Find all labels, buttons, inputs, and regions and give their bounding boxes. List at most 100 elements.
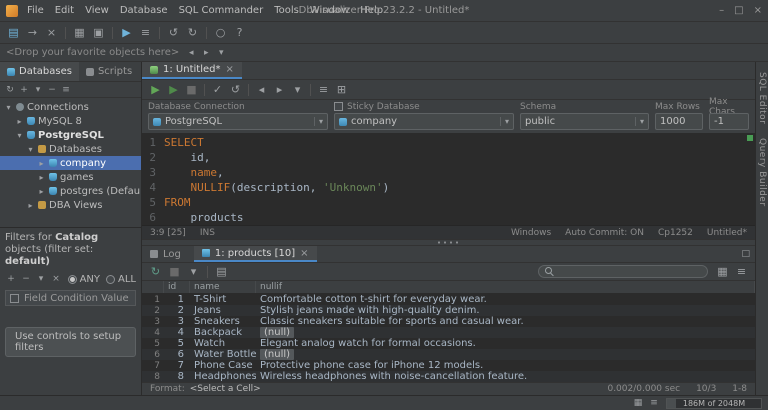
column-header[interactable]: id bbox=[164, 281, 190, 293]
sql-history-icon[interactable]: ▾ bbox=[289, 82, 306, 98]
nullif-cell[interactable]: Stylish jeans made with high-quality den… bbox=[256, 305, 755, 316]
filter-tree-icon[interactable]: ▾ bbox=[32, 84, 44, 96]
next-sql-icon[interactable]: ▸ bbox=[271, 82, 288, 98]
menu-item[interactable]: SQL Commander bbox=[177, 4, 266, 17]
memory-indicator[interactable]: 186M of 2048M bbox=[666, 398, 762, 409]
menu-item[interactable]: View bbox=[83, 4, 111, 17]
expand-arrow-icon[interactable]: ▾ bbox=[15, 131, 24, 140]
stop-execution-icon[interactable]: ■ bbox=[183, 82, 200, 98]
vertical-tab[interactable]: SQL Editor bbox=[757, 72, 767, 124]
menu-item[interactable]: Tools bbox=[272, 4, 301, 17]
clear-filter-icon[interactable]: × bbox=[50, 273, 62, 285]
execute-icon[interactable]: ▶ bbox=[147, 82, 164, 98]
next-favorite-icon[interactable]: ▸ bbox=[200, 47, 212, 59]
format-sql-icon[interactable]: ≡ bbox=[315, 82, 332, 98]
radio-all[interactable]: ALL bbox=[106, 274, 136, 285]
table-row[interactable]: 1 1 T-Shirt Comfortable cotton t-shirt f… bbox=[142, 294, 755, 305]
prev-favorite-icon[interactable]: ◂ bbox=[185, 47, 197, 59]
radio-any[interactable]: ANY bbox=[68, 274, 100, 285]
refresh-tree-icon[interactable]: ↻ bbox=[4, 84, 16, 96]
id-cell[interactable]: 8 bbox=[164, 371, 190, 382]
grid-search-input[interactable] bbox=[558, 267, 701, 277]
status-grid-icon[interactable]: ▦ bbox=[632, 397, 644, 409]
tree-item[interactable]: ▸ DBA Views bbox=[0, 198, 141, 212]
nullif-cell[interactable]: Wireless headphones with noise-cancellat… bbox=[256, 371, 755, 382]
table-row[interactable]: 3 3 Sneakers Classic sneakers suitable f… bbox=[142, 316, 755, 327]
maximize-panel-icon[interactable]: □ bbox=[741, 246, 755, 262]
schema-dropdown[interactable]: public ▾ bbox=[520, 113, 649, 130]
connect-icon[interactable]: → bbox=[24, 25, 41, 41]
add-filter-icon[interactable]: + bbox=[5, 273, 17, 285]
column-header[interactable]: nullif bbox=[256, 281, 755, 293]
filter-field-checkbox[interactable] bbox=[10, 294, 19, 303]
redo-icon[interactable]: ↻ bbox=[184, 25, 201, 41]
expand-arrow-icon[interactable]: ▸ bbox=[37, 173, 46, 182]
id-cell[interactable]: 6 bbox=[164, 349, 190, 360]
menu-item[interactable]: Database bbox=[118, 4, 170, 17]
name-cell[interactable]: T-Shirt bbox=[190, 294, 256, 305]
undo-icon[interactable]: ↺ bbox=[165, 25, 182, 41]
maximize-icon[interactable]: □ bbox=[734, 5, 743, 16]
results-tab[interactable]: Log bbox=[142, 246, 194, 262]
expand-arrow-icon[interactable]: ▾ bbox=[4, 103, 13, 112]
apply-filter-icon[interactable]: ▾ bbox=[35, 273, 47, 285]
add-connection-icon[interactable]: + bbox=[18, 84, 30, 96]
format-selector[interactable]: <Select a Cell> bbox=[190, 384, 261, 394]
grid-view-icon[interactable]: ▦ bbox=[714, 264, 731, 280]
left-tab[interactable]: Databases bbox=[0, 62, 79, 81]
name-cell[interactable]: Jeans bbox=[190, 305, 256, 316]
tab-untitled[interactable]: 1: Untitled* × bbox=[142, 62, 242, 79]
close-tab-icon[interactable]: × bbox=[300, 248, 308, 259]
nullif-cell[interactable]: Elegant analog watch for formal occasion… bbox=[256, 338, 755, 349]
grid-filter-icon[interactable]: ▾ bbox=[185, 264, 202, 280]
max-rows-input[interactable]: 1000 bbox=[655, 113, 703, 130]
editor-options-icon[interactable]: ⊞ bbox=[333, 82, 350, 98]
id-cell[interactable]: 1 bbox=[164, 294, 190, 305]
panel-splitter[interactable] bbox=[142, 239, 755, 246]
grid-search-box[interactable] bbox=[538, 265, 708, 278]
table-row[interactable]: 7 7 Phone Case Protective phone case for… bbox=[142, 360, 755, 371]
expand-arrow-icon[interactable]: ▸ bbox=[15, 117, 24, 126]
table-row[interactable]: 6 6 Water Bottle (null) bbox=[142, 349, 755, 360]
expand-arrow-icon[interactable]: ▸ bbox=[37, 187, 46, 196]
tree-item[interactable]: ▸ games bbox=[0, 170, 141, 184]
reload-grid-icon[interactable]: ↻ bbox=[147, 264, 164, 280]
nullif-cell[interactable]: Classic sneakers suitable for sports and… bbox=[256, 316, 755, 327]
status-tasks-icon[interactable]: ≡ bbox=[648, 397, 660, 409]
nullif-cell[interactable]: Protective phone case for iPhone 12 mode… bbox=[256, 360, 755, 371]
id-cell[interactable]: 4 bbox=[164, 327, 190, 338]
sql-editor[interactable]: 123456 SELECT id, name, NULLIF(descripti… bbox=[142, 133, 755, 225]
left-tab[interactable]: Scripts bbox=[79, 62, 139, 81]
tree-settings-icon[interactable]: ≡ bbox=[60, 84, 72, 96]
id-cell[interactable]: 3 bbox=[164, 316, 190, 327]
database-dropdown[interactable]: company ▾ bbox=[334, 113, 514, 130]
nullif-cell[interactable]: Comfortable cotton t-shirt for everyday … bbox=[256, 294, 755, 305]
previous-sql-icon[interactable]: ◂ bbox=[253, 82, 270, 98]
close-icon[interactable]: × bbox=[754, 5, 762, 16]
sql-commander-icon[interactable]: ▶ bbox=[118, 25, 135, 41]
commit-icon[interactable]: ✓ bbox=[209, 82, 226, 98]
export-grid-icon[interactable]: ▤ bbox=[213, 264, 230, 280]
name-cell[interactable]: Headphones bbox=[190, 371, 256, 382]
help-icon[interactable]: ? bbox=[231, 25, 248, 41]
nullif-cell[interactable]: (null) bbox=[256, 327, 755, 338]
tree-item[interactable]: ▾ PostgreSQL bbox=[0, 128, 141, 142]
tree-item[interactable]: ▸ MySQL 8 bbox=[0, 114, 141, 128]
table-row[interactable]: 4 4 Backpack (null) bbox=[142, 327, 755, 338]
new-script-icon[interactable]: ≡ bbox=[137, 25, 154, 41]
filter-field-row[interactable]: Field Condition Value bbox=[5, 290, 136, 306]
rollback-icon[interactable]: ↺ bbox=[227, 82, 244, 98]
connection-dropdown[interactable]: PostgreSQL ▾ bbox=[148, 113, 328, 130]
name-cell[interactable]: Sneakers bbox=[190, 316, 256, 327]
table-row[interactable]: 8 8 Headphones Wireless headphones with … bbox=[142, 371, 755, 382]
table-row[interactable]: 2 2 Jeans Stylish jeans made with high-q… bbox=[142, 305, 755, 316]
id-cell[interactable]: 5 bbox=[164, 338, 190, 349]
table-row[interactable]: 5 5 Watch Elegant analog watch for forma… bbox=[142, 338, 755, 349]
sql-code[interactable]: SELECT id, name, NULLIF(description, 'Un… bbox=[160, 133, 755, 225]
minimize-icon[interactable]: – bbox=[719, 5, 724, 16]
name-cell[interactable]: Backpack bbox=[190, 327, 256, 338]
menu-item[interactable]: File bbox=[25, 4, 46, 17]
favorites-menu-icon[interactable]: ▾ bbox=[215, 47, 227, 59]
text-view-icon[interactable]: ≡ bbox=[733, 264, 750, 280]
close-tab-icon[interactable]: × bbox=[225, 64, 233, 75]
